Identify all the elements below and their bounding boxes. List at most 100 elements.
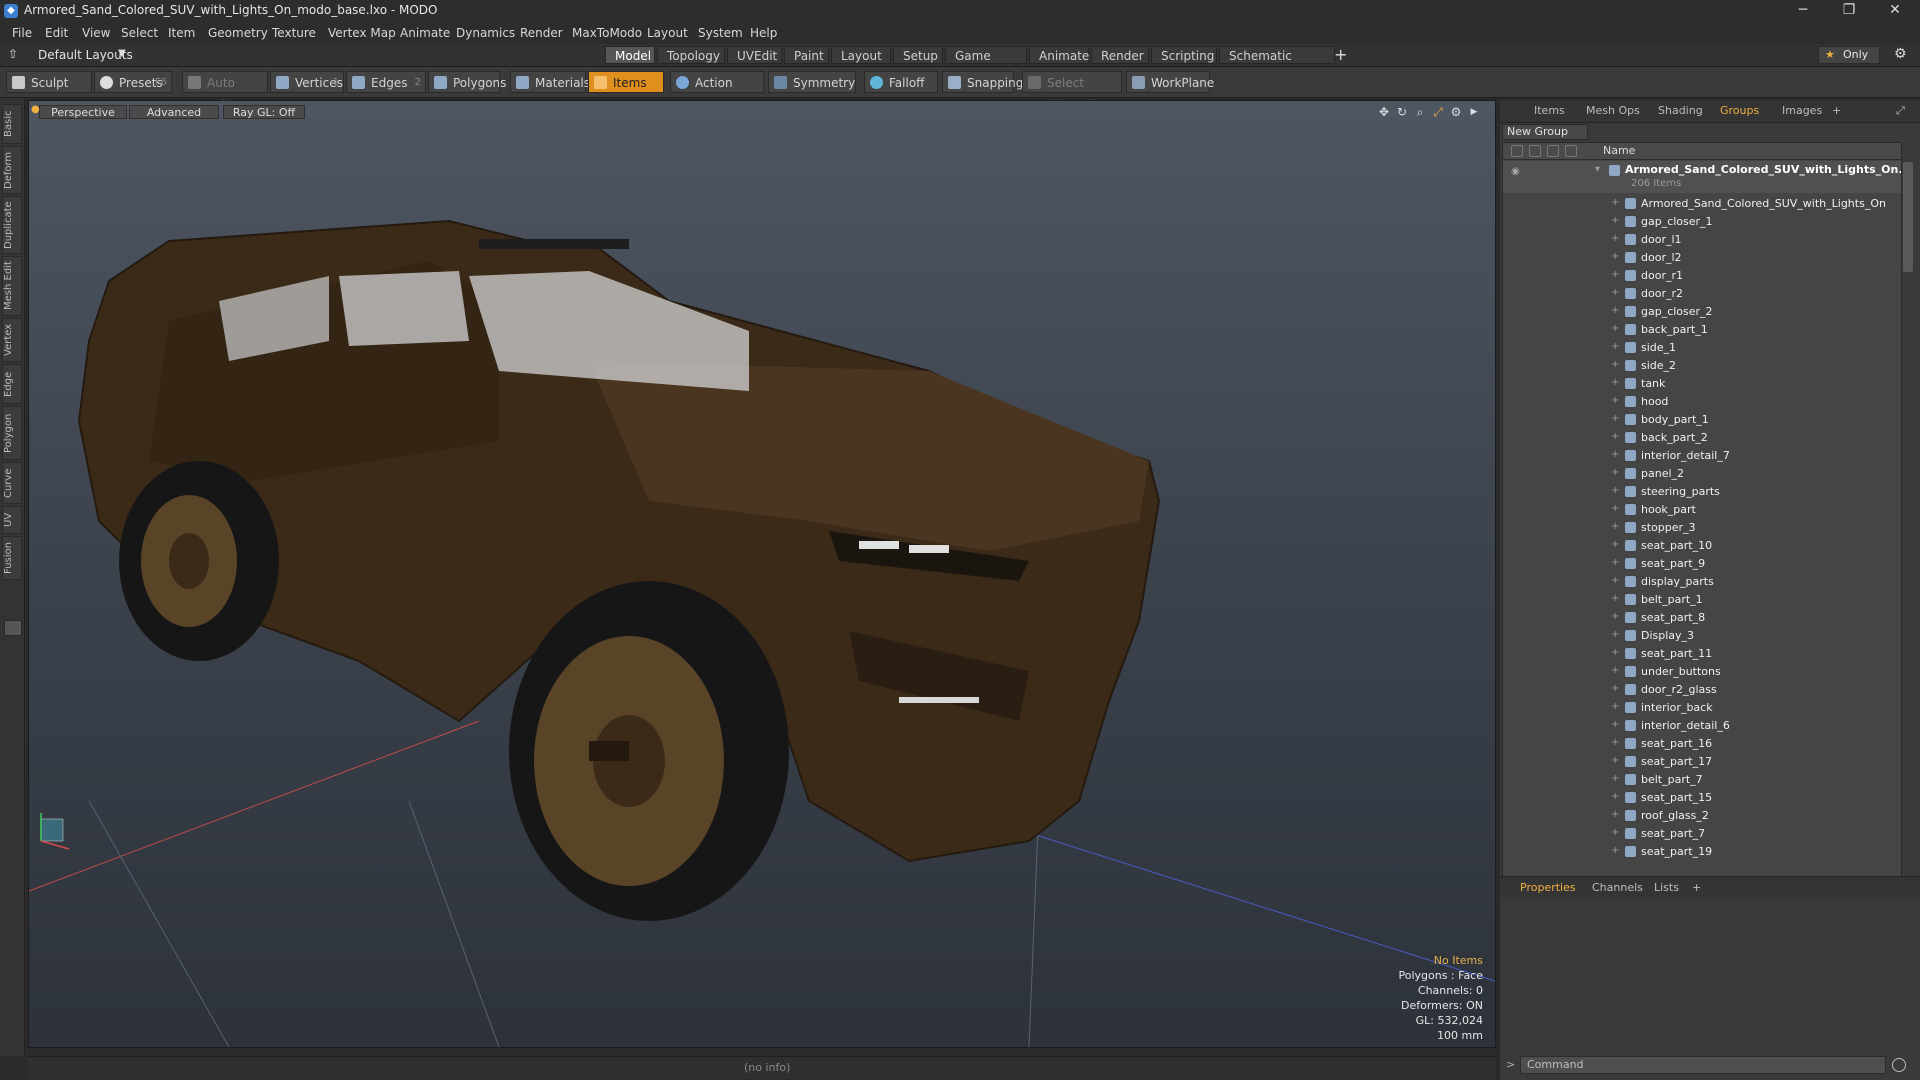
list-item[interactable]: + seat_part_17: [1503, 753, 1893, 771]
menu-system[interactable]: System: [698, 26, 743, 40]
snapping-button[interactable]: Snapping: [942, 71, 1023, 93]
expand-icon[interactable]: +: [1611, 593, 1619, 604]
select-column-icon[interactable]: [1565, 145, 1577, 157]
tab-images[interactable]: Images: [1776, 102, 1828, 120]
tab-mesh-edit[interactable]: Mesh Edit: [2, 256, 22, 316]
expand-icon[interactable]: +: [1611, 503, 1619, 514]
expand-icon[interactable]: +: [1611, 701, 1619, 712]
tab-deform[interactable]: Deform: [2, 146, 22, 194]
column-name[interactable]: Name: [1603, 144, 1635, 157]
add-tab-button[interactable]: +: [1334, 45, 1347, 64]
list-item[interactable]: + seat_part_11: [1503, 645, 1893, 663]
expand-icon[interactable]: +: [1611, 791, 1619, 802]
list-item[interactable]: + body_part_1: [1503, 411, 1893, 429]
expand-icon[interactable]: +: [1611, 431, 1619, 442]
list-item[interactable]: + door_r1: [1503, 267, 1893, 285]
tab-fusion[interactable]: Fusion: [2, 536, 22, 580]
list-item[interactable]: + roof_glass_2: [1503, 807, 1893, 825]
expand-icon[interactable]: +: [1611, 359, 1619, 370]
list-item[interactable]: + stopper_3: [1503, 519, 1893, 537]
tab-setup[interactable]: Setup: [893, 46, 943, 64]
menu-texture[interactable]: Texture: [272, 26, 316, 40]
tab-game-tools[interactable]: Game Tools: [945, 46, 1027, 81]
3d-viewport[interactable]: Perspective Advanced Ray GL: Off ● ✥ ↻ ⌕…: [28, 100, 1496, 1048]
expand-icon[interactable]: +: [1611, 773, 1619, 784]
add-properties-tab-button[interactable]: +: [1686, 879, 1707, 897]
expand-icon[interactable]: +: [1611, 467, 1619, 478]
expand-icon[interactable]: +: [1611, 233, 1619, 244]
tab-uvedit[interactable]: UVEdit: [727, 46, 782, 64]
falloff-button[interactable]: Falloff: [864, 71, 938, 93]
list-item[interactable]: + under_buttons: [1503, 663, 1893, 681]
tab-lists[interactable]: Lists: [1648, 879, 1685, 897]
list-item[interactable]: + belt_part_1: [1503, 591, 1893, 609]
items-button[interactable]: Items: [588, 71, 664, 93]
gear-icon[interactable]: ⚙: [1894, 46, 1907, 62]
list-item[interactable]: + door_l2: [1503, 249, 1893, 267]
menu-layout[interactable]: Layout: [647, 26, 688, 40]
expand-icon[interactable]: +: [1611, 287, 1619, 298]
list-item[interactable]: + side_1: [1503, 339, 1893, 357]
chevron-down-icon[interactable]: ▼: [118, 48, 126, 59]
expand-icon[interactable]: +: [1611, 845, 1619, 856]
list-item[interactable]: + interior_detail_6: [1503, 717, 1893, 735]
expand-icon[interactable]: +: [1611, 629, 1619, 640]
menu-geometry[interactable]: Geometry: [208, 26, 268, 40]
expand-icon[interactable]: +: [1611, 611, 1619, 622]
tab-basic[interactable]: Basic: [2, 104, 22, 144]
list-item[interactable]: + back_part_2: [1503, 429, 1893, 447]
list-scrollbar[interactable]: [1903, 162, 1913, 272]
visibility-column-icon[interactable]: [1511, 145, 1523, 157]
list-item[interactable]: + door_r2_glass: [1503, 681, 1893, 699]
tab-edge[interactable]: Edge: [2, 364, 22, 404]
expand-icon[interactable]: +: [1611, 827, 1619, 838]
list-item[interactable]: + interior_detail_7: [1503, 447, 1893, 465]
expand-icon[interactable]: +: [1611, 575, 1619, 586]
list-item[interactable]: + seat_part_10: [1503, 537, 1893, 555]
tab-paint[interactable]: Paint: [784, 46, 829, 64]
list-item[interactable]: + seat_part_7: [1503, 825, 1893, 843]
tab-scripting[interactable]: Scripting: [1151, 46, 1217, 64]
expand-icon[interactable]: +: [1611, 521, 1619, 532]
expand-icon[interactable]: +: [1611, 737, 1619, 748]
edges-button[interactable]: Edges 2: [346, 71, 426, 93]
eye-icon[interactable]: ◉: [1511, 166, 1520, 177]
tab-model[interactable]: Model: [605, 46, 655, 64]
list-item[interactable]: + seat_part_15: [1503, 789, 1893, 807]
list-item[interactable]: + door_r2: [1503, 285, 1893, 303]
symmetry-button[interactable]: Symmetry: [768, 71, 856, 93]
tab-groups[interactable]: Groups: [1714, 102, 1765, 120]
list-item[interactable]: + side_2: [1503, 357, 1893, 375]
tab-properties[interactable]: Properties: [1514, 879, 1582, 897]
expand-icon[interactable]: +: [1611, 485, 1619, 496]
menu-animate[interactable]: Animate: [400, 26, 450, 40]
expand-icon[interactable]: +: [1611, 251, 1619, 262]
layout-arrow-icon[interactable]: ⇧: [8, 47, 18, 61]
list-item[interactable]: + hood: [1503, 393, 1893, 411]
list-item[interactable]: + door_l1: [1503, 231, 1893, 249]
expand-icon[interactable]: +: [1611, 395, 1619, 406]
expand-icon[interactable]: +: [1611, 269, 1619, 280]
list-item[interactable]: + steering_parts: [1503, 483, 1893, 501]
expand-icon[interactable]: +: [1611, 323, 1619, 334]
list-item[interactable]: + Armored_Sand_Colored_SUV_with_Lights_On: [1503, 195, 1893, 213]
expand-icon[interactable]: +: [1611, 341, 1619, 352]
list-item[interactable]: + Display_3: [1503, 627, 1893, 645]
list-item[interactable]: + tank: [1503, 375, 1893, 393]
tab-layout[interactable]: Layout: [831, 46, 891, 64]
command-history-icon[interactable]: [1892, 1058, 1906, 1072]
only-button[interactable]: ★ Only: [1818, 46, 1880, 64]
expand-icon[interactable]: +: [1611, 215, 1619, 226]
menu-item[interactable]: Item: [168, 26, 195, 40]
expand-icon[interactable]: +: [1611, 377, 1619, 388]
tab-items[interactable]: Items: [1528, 102, 1571, 120]
expand-icon[interactable]: +: [1611, 809, 1619, 820]
auto-select-button[interactable]: Auto Select: [182, 71, 268, 112]
menu-select[interactable]: Select: [121, 26, 158, 40]
vertices-button[interactable]: Vertices 1: [270, 71, 344, 93]
tab-duplicate[interactable]: Duplicate: [2, 196, 22, 254]
tab-schematic-fusion[interactable]: Schematic Fusion: [1219, 46, 1335, 81]
list-item[interactable]: + display_parts: [1503, 573, 1893, 591]
presets-button[interactable]: Presets F6: [94, 71, 172, 93]
sculpt-button[interactable]: Sculpt: [6, 71, 92, 93]
